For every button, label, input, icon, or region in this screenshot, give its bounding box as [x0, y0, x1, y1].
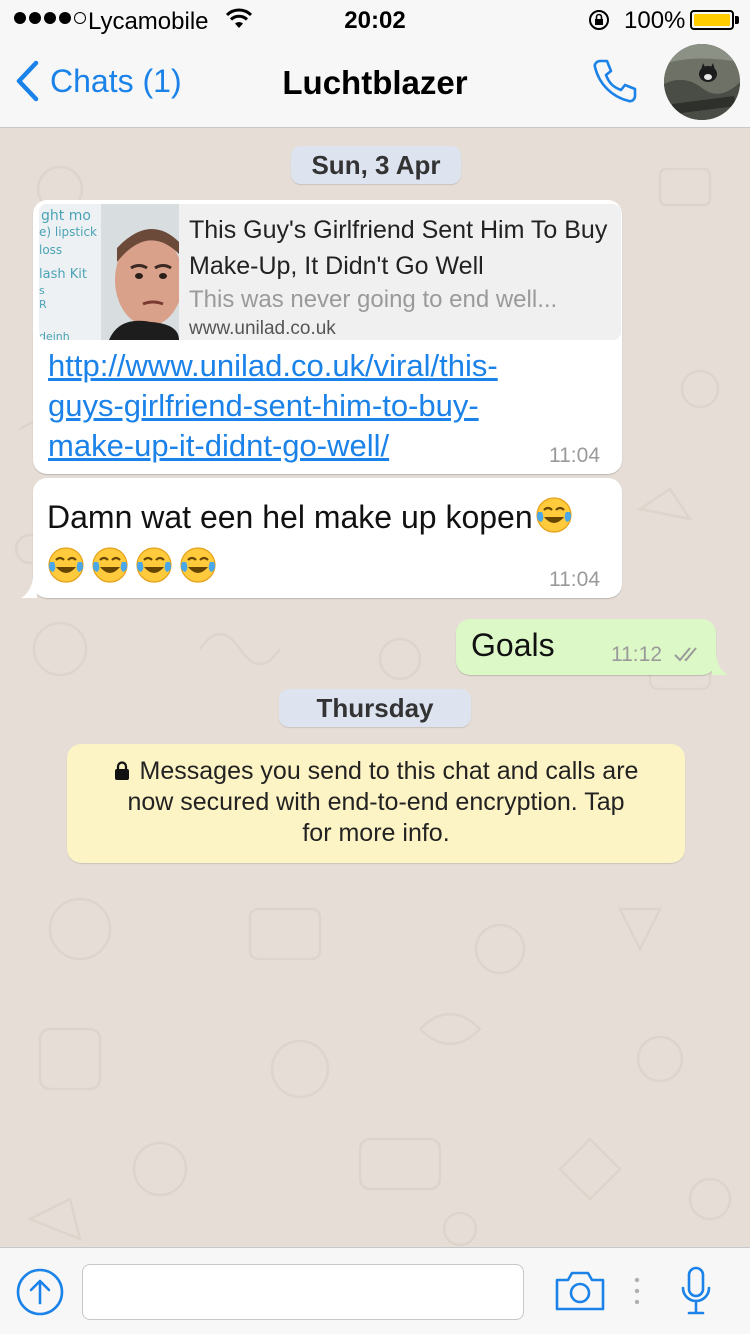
emoji-row — [47, 546, 217, 584]
camera-button[interactable] — [554, 1270, 606, 1317]
encryption-notice-line-2: now secured with end-to-end encryption. … — [127, 788, 625, 816]
message-text: Damn wat een hel make up kopen — [47, 499, 533, 535]
link-line: guys-girlfriend-sent-him-to-buy- — [48, 388, 479, 423]
message-time: 11:04 — [549, 568, 600, 591]
incoming-link-message[interactable]: ght mo e) lipstick loss lash Kit s R dei… — [33, 200, 622, 474]
tears-of-joy-emoji-icon — [180, 547, 216, 583]
link-line: http://www.unilad.co.uk/viral/this- — [48, 348, 498, 383]
thumb-text-line: R — [39, 298, 47, 311]
link-preview-thumbnail: ght mo e) lipstick loss lash Kit s R dei… — [39, 204, 179, 340]
voice-message-button[interactable] — [680, 1266, 712, 1321]
thumb-text-line: e) lipstick — [39, 225, 97, 239]
status-bar: Lycamobile 20:02 100% — [0, 0, 750, 40]
thumb-text-line: loss — [39, 243, 62, 257]
lock-icon — [114, 761, 129, 780]
encryption-notice[interactable]: Messages you send to this chat and calls… — [67, 744, 685, 863]
outgoing-text-message[interactable]: Goals 11:12 — [456, 619, 728, 675]
thumb-text-line: s — [39, 284, 45, 297]
tears-of-joy-emoji-icon — [48, 547, 84, 583]
thumb-text-line: deinh — [39, 330, 70, 340]
encryption-notice-line-1: Messages you send to this chat and calls… — [67, 756, 685, 787]
message-input-bar — [0, 1247, 750, 1334]
thumb-text-line: ght mo — [41, 208, 91, 224]
camera-icon — [555, 1271, 605, 1311]
date-separator-thursday: Thursday — [279, 689, 471, 727]
link-line: make-up-it-didnt-go-well/ — [48, 428, 390, 463]
tears-of-joy-emoji-icon — [92, 547, 128, 583]
chat-area[interactable]: Sun, 3 Apr ght mo e) lipstick loss lash … — [0, 129, 750, 1247]
nav-bar: Chats (1) Luchtblazer — [0, 40, 750, 128]
incoming-text-message[interactable]: Damn wat een hel make up kopen 11:04 — [21, 478, 622, 598]
rotation-lock-icon — [586, 8, 612, 39]
battery-icon — [690, 10, 734, 30]
link-preview-card[interactable]: ght mo e) lipstick loss lash Kit s R dei… — [39, 204, 621, 340]
battery-percent: 100% — [624, 7, 686, 34]
microphone-icon — [681, 1266, 711, 1315]
encryption-notice-line-3: for more info. — [302, 819, 450, 847]
date-separator-sun-3-apr: Sun, 3 Apr — [291, 146, 461, 184]
message-time: 11:04 — [549, 444, 600, 467]
message-text: Goals — [471, 627, 555, 663]
link-preview-title: This Guy's Girlfriend Sent Him To Buy Ma… — [189, 216, 608, 280]
bubble-tail — [712, 655, 728, 675]
share-button[interactable] — [16, 1268, 64, 1321]
upload-arrow-icon — [16, 1268, 64, 1316]
message-text-row: Damn wat een hel make up kopen — [47, 496, 573, 542]
encryption-notice-text: Messages you send to this chat and calls… — [139, 757, 639, 785]
tears-of-joy-emoji-icon — [136, 547, 172, 583]
tears-of-joy-emoji-icon — [535, 496, 573, 542]
message-link[interactable]: http://www.unilad.co.uk/viral/this- guys… — [48, 346, 588, 466]
thumb-text-line: lash Kit — [39, 267, 87, 282]
phone-icon — [593, 59, 637, 103]
more-dots-icon — [633, 1276, 641, 1311]
voice-call-button[interactable] — [590, 56, 640, 111]
link-preview-domain: www.unilad.co.uk — [189, 318, 336, 339]
message-time: 11:12 — [611, 643, 662, 666]
link-preview-description: This was never going to end well... — [189, 286, 558, 313]
contact-avatar[interactable] — [664, 44, 740, 120]
bubble-tail — [21, 578, 37, 598]
double-check-read-icon — [674, 647, 697, 662]
message-text-input[interactable] — [82, 1264, 524, 1320]
